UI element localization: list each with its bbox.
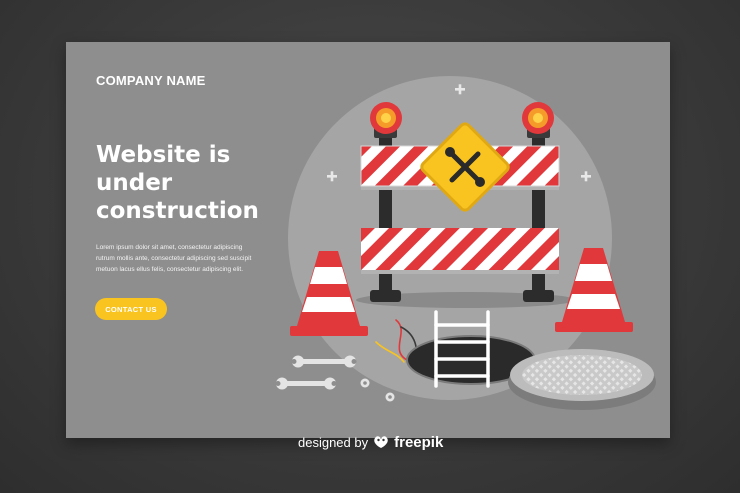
credit-prefix: designed by [298, 434, 369, 450]
credit-brand: freepik [394, 433, 444, 451]
designer-credit[interactable]: designed by freepik [298, 430, 443, 454]
construction-illustration [275, 76, 656, 410]
description-line: metuon lacus ellus felis, consectetur ad… [96, 266, 244, 273]
contact-us-button[interactable]: CONTACT US [95, 298, 167, 320]
barrier-board-bottom [361, 228, 559, 274]
description-line: rutrum mollis ante, consectetur adipisci… [96, 255, 252, 262]
page-title-line: Website is [96, 142, 231, 168]
wrench-icon [291, 355, 357, 368]
page-title: Website is under construction [96, 141, 296, 225]
company-name: COMPANY NAME [96, 73, 206, 88]
wrench-icon [275, 377, 337, 390]
manhole-cover-icon [508, 349, 656, 410]
freepik-logo-icon [374, 436, 388, 448]
description-line: Lorem ipsum dolor sit amet, consectetur … [96, 244, 243, 251]
page-title-line: construction [96, 198, 259, 224]
description-text: Lorem ipsum dolor sit amet, consectetur … [96, 242, 286, 275]
landing-card: COMPANY NAME Website is under constructi… [66, 42, 670, 438]
page-title-line: under [96, 170, 173, 196]
